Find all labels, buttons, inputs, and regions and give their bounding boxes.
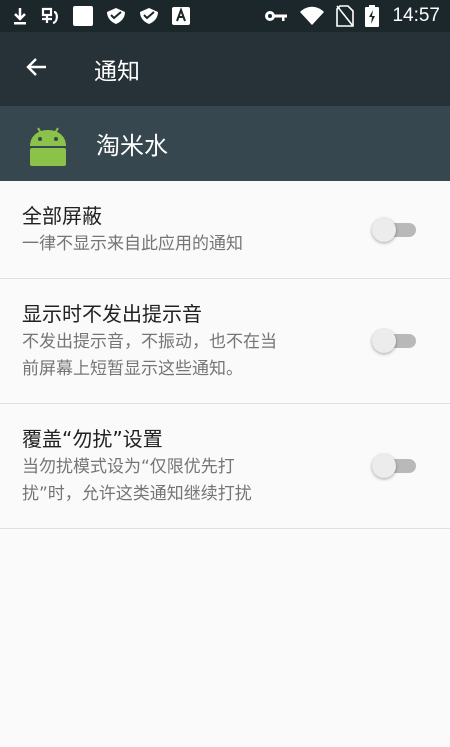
white-square-icon	[72, 5, 94, 27]
setting-title: 覆盖“勿扰”设置	[22, 427, 163, 451]
arrow-back-icon	[25, 55, 49, 83]
no-sim-icon	[336, 5, 355, 27]
setting-title: 全部屏蔽	[22, 204, 102, 228]
silent-switch[interactable]	[372, 329, 418, 353]
app-notification-icon	[39, 5, 61, 27]
page-title: 通知	[94, 59, 140, 85]
setting-block-all[interactable]: 全部屏蔽 一律不显示来自此应用的通知	[0, 181, 450, 279]
setting-silent[interactable]: 显示时不发出提示音 不发出提示音，不振动，也不在当 前屏幕上短暂显示这些通知。	[0, 279, 450, 404]
status-bar-left	[12, 5, 191, 27]
setting-title: 显示时不发出提示音	[22, 302, 202, 326]
setting-summary: 一律不显示来自此应用的通知	[22, 234, 243, 254]
app-header: 淘米水	[0, 106, 450, 181]
settings-list: 全部屏蔽 一律不显示来自此应用的通知 显示时不发出提示音 不发出提示音，不振动，…	[0, 181, 450, 529]
battery-charging-icon	[365, 5, 380, 27]
status-bar-right: 14:57	[264, 5, 440, 27]
status-bar: 14:57	[0, 0, 450, 32]
setting-summary: 当勿扰模式设为“仅限优先打 扰”时，允许这类通知继续打扰	[22, 457, 252, 504]
back-button[interactable]	[0, 32, 74, 106]
wifi-icon	[299, 5, 325, 27]
shield-icon	[138, 5, 160, 27]
block-all-switch[interactable]	[372, 217, 418, 242]
download-icon	[12, 5, 28, 27]
switch-thumb	[372, 217, 396, 242]
setting-override-dnd[interactable]: 覆盖“勿扰”设置 当勿扰模式设为“仅限优先打 扰”时，允许这类通知继续打扰	[0, 404, 450, 529]
app-bar: 通知	[0, 32, 450, 106]
override-dnd-switch[interactable]	[372, 454, 418, 478]
a-box-icon	[171, 5, 191, 27]
status-time: 14:57	[392, 5, 440, 26]
shield-icon	[105, 5, 127, 27]
switch-thumb	[372, 454, 396, 478]
switch-thumb	[372, 329, 396, 353]
app-name: 淘米水	[96, 132, 168, 160]
setting-summary: 不发出提示音，不振动，也不在当 前屏幕上短暂显示这些通知。	[22, 332, 277, 379]
android-icon	[24, 120, 72, 168]
key-icon	[264, 5, 288, 27]
